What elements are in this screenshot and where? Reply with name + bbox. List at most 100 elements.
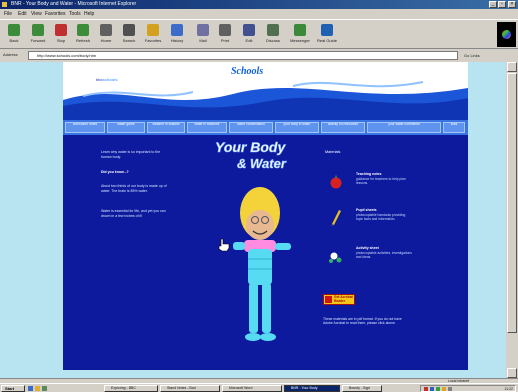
toolbar-button-label: History: [170, 38, 184, 43]
materials-heading: Materials: [325, 150, 341, 154]
toolbar-refresh-button[interactable]: Refresh: [72, 22, 94, 47]
page-header: bbcschools Schools: [63, 62, 468, 120]
toolbar-print-button[interactable]: Print: [214, 22, 236, 47]
water-mascot-image: [233, 187, 291, 341]
volume-icon[interactable]: [448, 387, 452, 391]
menu-help[interactable]: Help: [84, 11, 94, 17]
nav-water-game[interactable]: water game: [107, 122, 145, 133]
scroll-thumb[interactable]: [507, 73, 517, 333]
apple-icon[interactable]: [329, 175, 343, 189]
browser-viewport: bbcschools Schools curriculum notes water…: [0, 62, 506, 378]
toolbar-button-label: Back: [9, 38, 19, 43]
teaching-notes-description: guidance for teachers to help plan lesso…: [356, 177, 406, 186]
taskbar-task-1[interactable]: Exploring - BBC: [104, 385, 158, 392]
toolbar-search-button[interactable]: Search: [118, 22, 140, 47]
nav-activity-on-resources[interactable]: activity on resources: [321, 122, 365, 133]
toolbar-button-label: Search: [122, 38, 136, 43]
home-icon: [100, 24, 112, 36]
desktop-quicklaunch-icon[interactable]: [42, 386, 47, 391]
teaching-notes-link[interactable]: Teaching notes: [356, 172, 412, 176]
mail-icon: [197, 24, 209, 36]
scroll-down-button[interactable]: [507, 368, 517, 378]
messenger-icon: [294, 24, 306, 36]
toolbar-button-label: Real Guide: [316, 38, 337, 43]
nav-weather-in-classes[interactable]: weather in classes: [147, 122, 185, 133]
real-guide-icon: [321, 24, 333, 36]
bbc-brand[interactable]: bbcschools: [96, 77, 118, 82]
history-icon: [171, 24, 183, 36]
taskbar-task-2[interactable]: Stand Notes - Bod: [160, 385, 220, 392]
toolbar-favorites-button[interactable]: Favorites: [142, 22, 164, 47]
toolbar-button-label: Discuss: [265, 38, 280, 43]
favorites-icon: [147, 24, 159, 36]
menu-edit[interactable]: Edit: [18, 11, 27, 17]
fact-one: About two thirds of our body is made up …: [101, 184, 167, 193]
activity-sheet-description: photocopiable activities, investigations…: [356, 251, 412, 260]
activity-sheet-link[interactable]: Activity sheet: [356, 246, 412, 250]
taskbar-task-4[interactable]: BNR - Your Body: [284, 385, 340, 392]
pdf-note: These materials are in pdf format. If yo…: [323, 317, 402, 326]
schools-logo[interactable]: Schools: [231, 66, 263, 77]
nav-water-conservation[interactable]: water conservation: [229, 122, 273, 133]
ie-quicklaunch-icon[interactable]: [28, 386, 33, 391]
fact-two: Water is essential for life, and yet you…: [101, 209, 166, 218]
site-navigation: curriculum notes water game weather in cla…: [63, 120, 468, 135]
toolbar-forward-button[interactable]: Forward: [27, 22, 49, 47]
minimize-button[interactable]: _: [489, 1, 497, 8]
tray-icon-4[interactable]: [442, 387, 446, 391]
nav-your-body-in-water[interactable]: your body in water: [275, 122, 319, 133]
nav-curriculum-notes[interactable]: curriculum notes: [65, 122, 105, 133]
start-button[interactable]: Start: [1, 385, 25, 392]
address-bar: Address http://www.schools.com/body.htm …: [0, 49, 518, 63]
intro-text: Learn why water is so important to the h…: [101, 150, 161, 159]
toolbar-edit-button[interactable]: Edit: [238, 22, 260, 47]
toolbar-mail-button[interactable]: Mail: [192, 22, 214, 47]
toolbar-home-button[interactable]: Home: [95, 22, 117, 47]
ie-app-icon: [2, 2, 7, 7]
maximize-button[interactable]: ▫: [498, 1, 506, 8]
menu-view[interactable]: View: [31, 11, 42, 17]
taskbar-task-3[interactable]: Microsoft Word: [222, 385, 282, 392]
toolbar-messenger-button[interactable]: Messenger: [289, 22, 311, 47]
taskbar-task-5[interactable]: Bounty - Sqpl: [342, 385, 382, 392]
get-acrobat-reader-button[interactable]: Get Acrobat Reader: [323, 294, 355, 305]
molecule-icon[interactable]: [328, 250, 344, 264]
vertical-scrollbar[interactable]: [506, 62, 518, 378]
brand-name: schools: [102, 77, 118, 82]
toolbar-stop-button[interactable]: Stop: [50, 22, 72, 47]
toolbar-button-label: Print: [220, 38, 230, 43]
toolbar-button-label: Messenger: [290, 38, 310, 43]
address-input[interactable]: http://www.schools.com/body.htm: [28, 51, 458, 60]
toolbar-real-guide-button[interactable]: Real Guide: [316, 22, 338, 47]
go-button[interactable]: Go Links: [464, 51, 494, 60]
pupil-sheets-link[interactable]: Pupil sheets: [356, 208, 412, 212]
address-label: Address: [3, 52, 18, 57]
toolbar-discuss-button[interactable]: Discuss: [262, 22, 284, 47]
windows-taskbar: Start Exploring - BBC Stand Notes - Bod Mi…: [0, 383, 518, 392]
nav-links[interactable]: links: [443, 122, 465, 133]
tray-icon-1[interactable]: [424, 387, 428, 391]
forward-arrow-icon: [32, 24, 44, 36]
pupil-sheets-description: photocopiable handouts providing topic f…: [356, 213, 406, 222]
menu-favorites[interactable]: Favorites: [45, 11, 66, 17]
toolbar-button-label: Favorites: [144, 38, 162, 43]
acrobat-icon: [325, 296, 332, 303]
menu-tools[interactable]: Tools: [69, 11, 81, 17]
toolbar-back-button[interactable]: Back: [3, 22, 25, 47]
nav-your-water-comments[interactable]: your water comments: [367, 122, 441, 133]
scroll-up-button[interactable]: [507, 62, 517, 72]
menu-file[interactable]: File: [4, 11, 12, 17]
your-body-water-title: Your Body & Water: [215, 139, 287, 172]
tray-icon-2[interactable]: [430, 387, 434, 391]
web-page: bbcschools Schools curriculum notes water…: [63, 62, 468, 370]
tray-icon-3[interactable]: [436, 387, 440, 391]
toolbar-history-button[interactable]: History: [166, 22, 188, 47]
close-button[interactable]: ×: [508, 1, 516, 8]
window-titlebar: BNR - Your Body and Water - Microsoft In…: [0, 0, 518, 9]
windows-logo-icon: [497, 22, 516, 47]
pencil-icon[interactable]: [330, 208, 342, 226]
edit-icon: [243, 24, 255, 36]
did-you-know-heading: Did you know...?: [101, 170, 129, 174]
outlook-quicklaunch-icon[interactable]: [35, 386, 40, 391]
nav-water-in-beaches[interactable]: water in beaches: [187, 122, 227, 133]
